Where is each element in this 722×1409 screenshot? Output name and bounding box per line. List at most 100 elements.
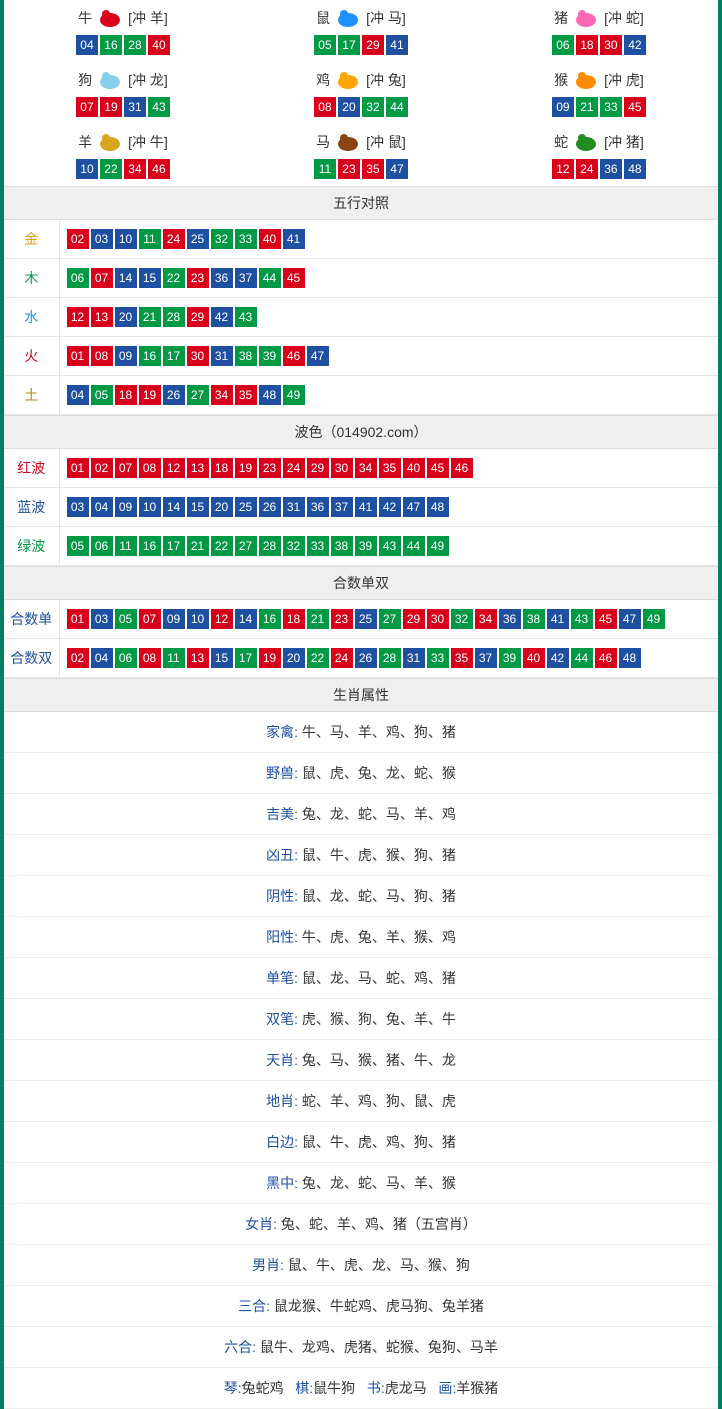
number-ball: 41 bbox=[386, 35, 408, 55]
row-label: 木 bbox=[4, 259, 59, 298]
number-ball: 23 bbox=[338, 159, 360, 179]
number-ball: 21 bbox=[139, 307, 161, 327]
row-numbers: 0108091617303138394647 bbox=[59, 337, 718, 376]
zodiac-icon bbox=[94, 6, 126, 30]
number-ball: 17 bbox=[163, 346, 185, 366]
number-ball: 22 bbox=[211, 536, 233, 556]
number-ball: 15 bbox=[139, 268, 161, 288]
zodiac-cell: 鸡 [冲 兔] 08203244 bbox=[242, 62, 480, 124]
number-ball: 17 bbox=[338, 35, 360, 55]
row-numbers: 05061116172122272832333839434449 bbox=[59, 527, 718, 566]
number-ball: 45 bbox=[283, 268, 305, 288]
number-ball: 42 bbox=[379, 497, 401, 517]
number-ball: 36 bbox=[499, 609, 521, 629]
number-ball: 10 bbox=[76, 159, 98, 179]
number-ball: 19 bbox=[235, 458, 257, 478]
number-ball: 49 bbox=[283, 385, 305, 405]
number-ball: 02 bbox=[91, 458, 113, 478]
number-ball: 09 bbox=[115, 346, 137, 366]
attr-row: 六合: 鼠牛、龙鸡、虎猪、蛇猴、兔狗、马羊 bbox=[4, 1327, 718, 1368]
section-header-shengxiao: 生肖属性 bbox=[4, 678, 718, 712]
attr-label: 三合: bbox=[238, 1298, 274, 1314]
attr-row: 地肖: 蛇、羊、鸡、狗、鼠、虎 bbox=[4, 1081, 718, 1122]
zodiac-cell: 牛 [冲 羊] 04162840 bbox=[4, 0, 242, 62]
zodiac-numbers: 08203244 bbox=[242, 96, 480, 118]
number-ball: 07 bbox=[115, 458, 137, 478]
number-ball: 18 bbox=[283, 609, 305, 629]
footer-label: 棋: bbox=[295, 1380, 313, 1396]
row-label: 红波 bbox=[4, 449, 59, 488]
zodiac-name: 马 bbox=[316, 132, 330, 152]
section-header-wuxing: 五行对照 bbox=[4, 186, 718, 220]
number-ball: 16 bbox=[139, 346, 161, 366]
attr-row: 阳性: 牛、虎、兔、羊、猴、鸡 bbox=[4, 917, 718, 958]
number-ball: 23 bbox=[187, 268, 209, 288]
number-ball: 01 bbox=[67, 458, 89, 478]
row-numbers: 03040910141520252631363741424748 bbox=[59, 488, 718, 527]
table-row: 土 04051819262734354849 bbox=[4, 376, 718, 415]
attr-row: 女肖: 兔、蛇、羊、鸡、猪（五宫肖） bbox=[4, 1204, 718, 1245]
attr-label: 女肖: bbox=[245, 1216, 281, 1232]
number-ball: 38 bbox=[523, 609, 545, 629]
attr-value: 鼠、虎、兔、龙、蛇、猴 bbox=[302, 765, 456, 781]
number-ball: 37 bbox=[475, 648, 497, 668]
number-ball: 33 bbox=[600, 97, 622, 117]
number-ball: 14 bbox=[235, 609, 257, 629]
number-ball: 44 bbox=[386, 97, 408, 117]
zodiac-cell: 蛇 [冲 猪] 12243648 bbox=[480, 124, 718, 186]
number-ball: 43 bbox=[235, 307, 257, 327]
number-ball: 07 bbox=[91, 268, 113, 288]
row-label: 金 bbox=[4, 220, 59, 259]
attr-label: 白边: bbox=[266, 1134, 302, 1150]
number-ball: 20 bbox=[115, 307, 137, 327]
attr-row: 白边: 鼠、牛、虎、鸡、狗、猪 bbox=[4, 1122, 718, 1163]
attr-row: 双笔: 虎、猴、狗、兔、羊、牛 bbox=[4, 999, 718, 1040]
number-ball: 20 bbox=[338, 97, 360, 117]
number-ball: 03 bbox=[91, 609, 113, 629]
number-ball: 14 bbox=[163, 497, 185, 517]
number-ball: 36 bbox=[600, 159, 622, 179]
attr-label: 黑中: bbox=[266, 1175, 302, 1191]
attr-label: 凶丑: bbox=[266, 847, 302, 863]
attr-value: 兔、马、猴、猪、牛、龙 bbox=[302, 1052, 456, 1068]
number-ball: 06 bbox=[91, 536, 113, 556]
number-ball: 11 bbox=[115, 536, 137, 556]
number-ball: 16 bbox=[139, 536, 161, 556]
zodiac-cell: 马 [冲 鼠] 11233547 bbox=[242, 124, 480, 186]
number-ball: 31 bbox=[124, 97, 146, 117]
number-ball: 31 bbox=[403, 648, 425, 668]
attr-value: 兔、龙、蛇、马、羊、鸡 bbox=[302, 806, 456, 822]
attr-label: 吉美: bbox=[266, 806, 302, 822]
number-ball: 33 bbox=[307, 536, 329, 556]
number-ball: 47 bbox=[403, 497, 425, 517]
row-label: 蓝波 bbox=[4, 488, 59, 527]
footer-label: 画: bbox=[438, 1380, 456, 1396]
zodiac-conflict: [冲 鼠] bbox=[366, 132, 406, 152]
attr-row: 单笔: 鼠、龙、马、蛇、鸡、猪 bbox=[4, 958, 718, 999]
footer-label: 琴: bbox=[224, 1380, 242, 1396]
number-ball: 24 bbox=[283, 458, 305, 478]
attr-value: 牛、虎、兔、羊、猴、鸡 bbox=[302, 929, 456, 945]
attr-label: 男肖: bbox=[252, 1257, 288, 1273]
number-ball: 04 bbox=[91, 648, 113, 668]
number-ball: 46 bbox=[283, 346, 305, 366]
number-ball: 46 bbox=[595, 648, 617, 668]
number-ball: 35 bbox=[362, 159, 384, 179]
row-numbers: 06071415222336374445 bbox=[59, 259, 718, 298]
attr-label: 野兽: bbox=[266, 765, 302, 781]
number-ball: 46 bbox=[451, 458, 473, 478]
attr-row: 家禽: 牛、马、羊、鸡、狗、猪 bbox=[4, 712, 718, 753]
number-ball: 43 bbox=[148, 97, 170, 117]
attr-label: 双笔: bbox=[266, 1011, 302, 1027]
table-row: 红波 0102070812131819232429303435404546 bbox=[4, 449, 718, 488]
zodiac-numbers: 11233547 bbox=[242, 158, 480, 180]
number-ball: 41 bbox=[283, 229, 305, 249]
number-ball: 23 bbox=[259, 458, 281, 478]
number-ball: 40 bbox=[259, 229, 281, 249]
attr-value: 鼠、牛、虎、龙、马、猴、狗 bbox=[288, 1257, 470, 1273]
number-ball: 12 bbox=[163, 458, 185, 478]
number-ball: 08 bbox=[139, 648, 161, 668]
number-ball: 12 bbox=[552, 159, 574, 179]
number-ball: 48 bbox=[259, 385, 281, 405]
number-ball: 18 bbox=[576, 35, 598, 55]
